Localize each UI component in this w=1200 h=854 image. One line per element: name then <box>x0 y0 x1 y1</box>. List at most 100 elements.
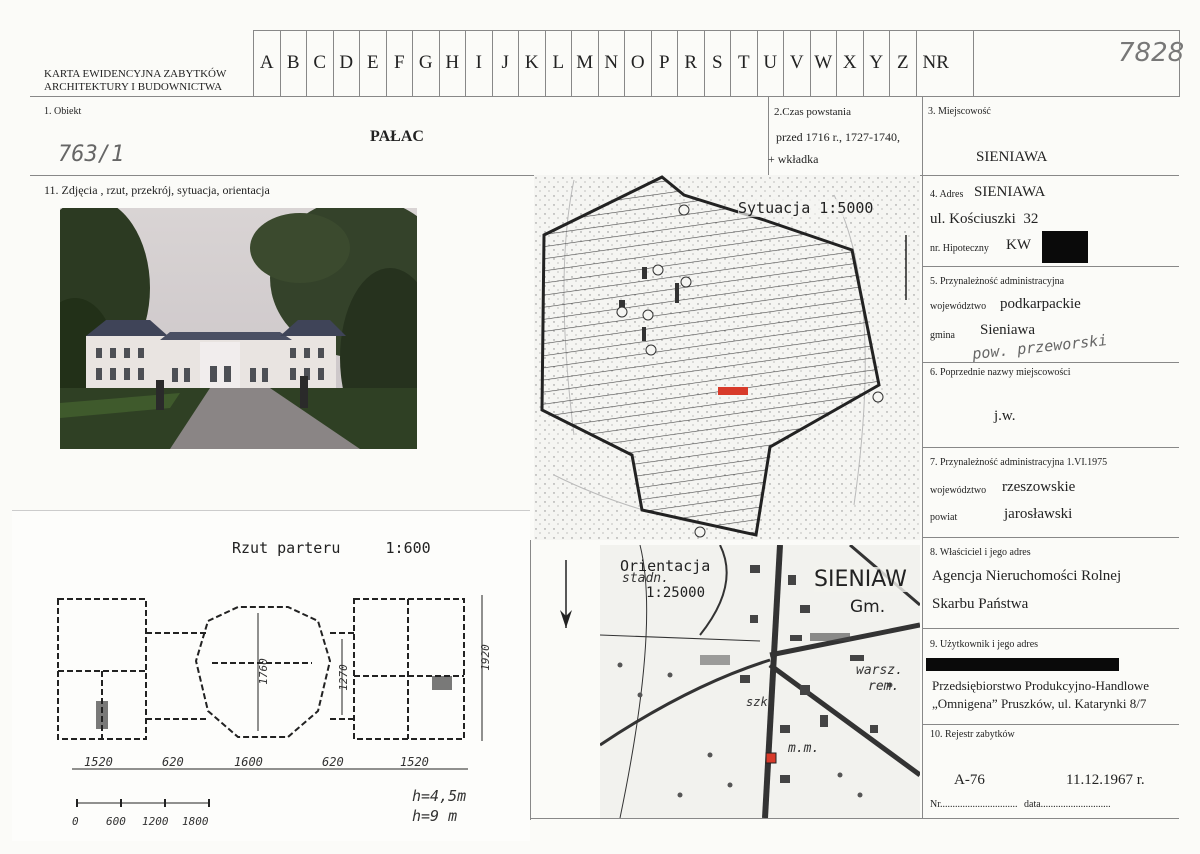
miejscowosc-value: SIENIAWA <box>976 149 1048 165</box>
orientacja-gm: Gm. <box>850 597 886 617</box>
wlasciciel-line2: Skarbu Państwa <box>932 596 1029 612</box>
adres-street: ul. Kościuszki 32 <box>930 211 1039 227</box>
nr-label: NR <box>915 30 974 96</box>
rejestr-nr-line: Nr............................... data..… <box>930 799 1111 810</box>
height-2: h=9 m <box>412 807 458 825</box>
index-letter: K <box>518 30 545 96</box>
index-letter: A <box>253 30 280 96</box>
index-letter: D <box>332 30 360 96</box>
dim-1600: 1600 <box>234 755 263 769</box>
index-letter: L <box>544 30 572 96</box>
index-letters: A B C D E F G H I J K L M N O P R S T U V W X Y Z NR <box>253 30 974 96</box>
index-letter: R <box>677 30 704 96</box>
orientacja-rem: rem. <box>868 679 900 694</box>
sytuacja-map: Sytuacja 1:5000 <box>534 175 920 540</box>
card-title-line1: KARTA EWIDENCYJNA ZABYTKÓW <box>44 68 227 80</box>
kw-redaction <box>1042 231 1088 263</box>
dim-1270: 1270 <box>336 664 350 691</box>
powiat-value: jarosławski <box>1004 506 1073 522</box>
index-letter: B <box>279 30 307 96</box>
card-title-line2: ARCHITEKTURY I BUDOWNICTWA <box>44 81 223 93</box>
orientacja-warsz: warsz. <box>856 663 903 678</box>
adres-city: SIENIAWA <box>974 184 1046 200</box>
obiekt-handwritten-ref: 763/1 <box>58 142 125 167</box>
scale-1200: 1200 <box>142 815 169 828</box>
palace-photo <box>60 208 417 449</box>
uzytkownik-line2: „Omnigena” Pruszków, ul. Katarynki 8/7 <box>932 696 1147 711</box>
dim-1520-b: 1520 <box>400 755 429 769</box>
rejestr-data-dots: ............................ <box>1040 799 1111 810</box>
index-letter: I <box>465 30 492 96</box>
uzytkownik-label: 9. Użytkownik i jego adres <box>930 639 1039 650</box>
obiekt-value: PAŁAC <box>370 128 424 145</box>
gmina-label: gmina <box>930 330 955 341</box>
uzytkownik-line1: Przedsiębiorstwo Produkcyjno-Handlowe <box>932 678 1149 693</box>
sytuacja-title: Sytuacja 1:5000 <box>738 199 874 217</box>
index-letter: N <box>597 30 625 96</box>
scale-0: 0 <box>72 815 79 828</box>
przynaleznosc-label: 5. Przynależność administracyjna <box>930 276 1065 287</box>
gmina-value: Sieniawa <box>980 322 1035 338</box>
rejestr-nr-label: Nr <box>930 799 940 810</box>
dim-1520-a: 1520 <box>84 755 113 769</box>
czas-powstania-line2: + wkładka <box>768 152 819 166</box>
powiat-label: powiat <box>930 512 958 523</box>
index-letter: T <box>730 30 757 96</box>
scale-1800: 1800 <box>182 815 209 828</box>
nr-handwritten: 7828 <box>1118 38 1185 68</box>
wlasciciel-label: 8. Właściciel i jego adres <box>930 547 1031 558</box>
palace-marker <box>718 387 748 395</box>
index-letter: U <box>756 30 784 96</box>
kw-label: KW <box>1006 237 1031 253</box>
wlasciciel-line1: Agencja Nieruchomości Rolnej <box>932 568 1122 584</box>
obiekt-label: 1. Obiekt <box>44 106 82 117</box>
rejestr-nr-dots: ............................... <box>940 799 1018 810</box>
sytuacja-map-drawing <box>534 175 920 540</box>
index-letter: G <box>412 30 439 96</box>
woj-1975-value: rzeszowskie <box>1002 479 1076 495</box>
orientacja-palace-marker <box>765 752 777 764</box>
index-letter: M <box>571 30 598 96</box>
palace-photo-image <box>60 208 417 449</box>
adres-label: 4. Adres <box>930 189 963 200</box>
index-letter: X <box>836 30 863 96</box>
index-letter: Z <box>889 30 916 96</box>
index-letter: H <box>438 30 466 96</box>
orientacja-mm: m.m. <box>788 741 820 756</box>
index-letter: W <box>809 30 837 96</box>
index-letter: Y <box>862 30 890 96</box>
rejestr-data-label: data <box>1024 799 1041 810</box>
woj-label: województwo <box>930 301 987 312</box>
rejestr-date: 11.12.1967 r. <box>1066 772 1145 788</box>
north-arrow-icon <box>560 560 572 628</box>
rejestr-number: A-76 <box>954 772 985 788</box>
scale-600: 600 <box>106 815 126 828</box>
dim-620-b: 620 <box>322 755 344 769</box>
index-letter: P <box>650 30 678 96</box>
dim-1920: 1920 <box>478 644 492 671</box>
czas-powstania-label: 2.Czas powstania <box>774 106 851 118</box>
index-letter: O <box>624 30 651 96</box>
hipoteczny-label: nr. Hipoteczny <box>930 243 989 254</box>
dim-1760: 1760 <box>256 658 270 685</box>
index-letter: J <box>491 30 519 96</box>
index-letter: V <box>783 30 810 96</box>
rzut-panel: Rzut parteru 1:600 1520 620 1600 620 152… <box>12 510 530 841</box>
zdjecia-label: 11. Zdjęcia , rzut, przekrój, sytuacja, … <box>44 183 270 197</box>
przynaleznosc-1975-label: 7. Przynależność administracyjna 1.VI.19… <box>930 457 1108 468</box>
card-title: KARTA EWIDENCYJNA ZABYTKÓW ARCHITEKTURY … <box>44 68 226 94</box>
index-letter: E <box>359 30 386 96</box>
orientacja-map: Orientacja 1:25000 stadn. SIENIAW Gm. wa… <box>600 545 920 818</box>
woj-value: podkarpackie <box>1000 296 1081 312</box>
uzytkownik-redaction <box>926 658 1119 671</box>
orientacja-title-line2: 1:25000 <box>646 585 706 601</box>
index-letter: C <box>306 30 333 96</box>
orientacja-place: SIENIAW <box>814 567 907 592</box>
czas-powstania-line1: przed 1716 r., 1727-1740, <box>776 130 900 144</box>
index-letter: S <box>703 30 731 96</box>
woj-1975-label: województwo <box>930 485 987 496</box>
miejscowosc-label: 3. Miejscowość <box>928 106 991 117</box>
adres-label-text: 4. Adres <box>930 189 964 200</box>
dim-620-a: 620 <box>162 755 184 769</box>
rejestr-label: 10. Rejestr zabytków <box>930 729 1015 740</box>
